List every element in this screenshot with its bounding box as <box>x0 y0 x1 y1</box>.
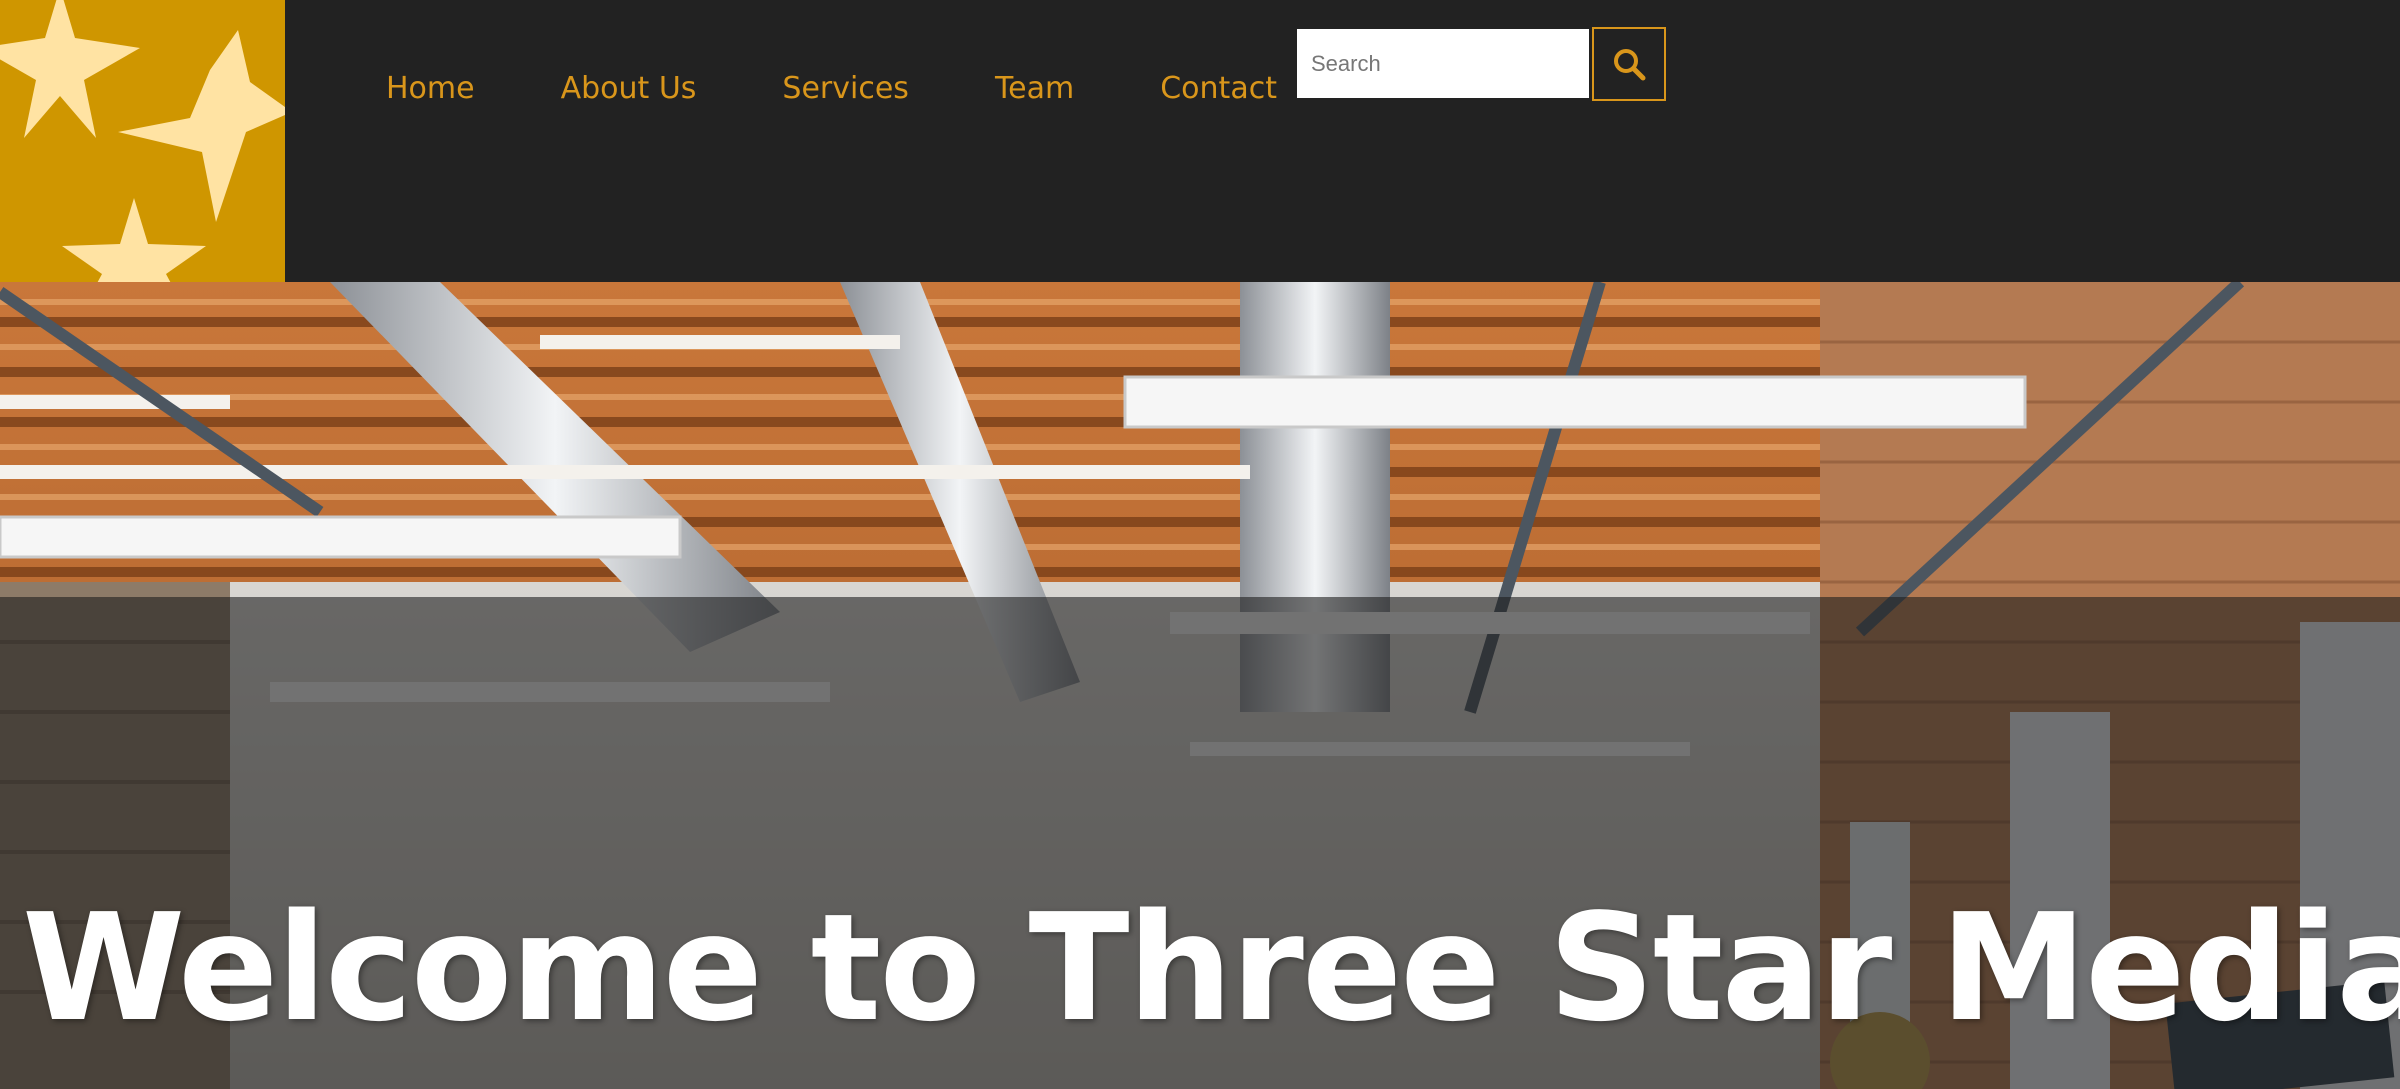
nav-item-team[interactable]: Team <box>995 71 1074 106</box>
hero-title: Welcome to Three Star Media <box>22 882 2400 1054</box>
nav-item-services[interactable]: Services <box>782 71 909 106</box>
nav-item-home[interactable]: Home <box>386 71 475 106</box>
search-icon <box>1614 49 1646 81</box>
nav-item-contact[interactable]: Contact <box>1160 71 1277 106</box>
search-input[interactable] <box>1297 29 1589 98</box>
logo[interactable] <box>0 0 285 282</box>
hero-banner: Welcome to Three Star Media <box>0 282 2400 1089</box>
nav-item-about-us[interactable]: About Us <box>561 71 697 106</box>
three-stars-logo-icon <box>0 0 285 282</box>
site-header: Home About Us Services Team Contact <box>0 0 2400 282</box>
main-nav: Home About Us Services Team Contact <box>386 68 1277 108</box>
search-button[interactable] <box>1592 27 1666 101</box>
